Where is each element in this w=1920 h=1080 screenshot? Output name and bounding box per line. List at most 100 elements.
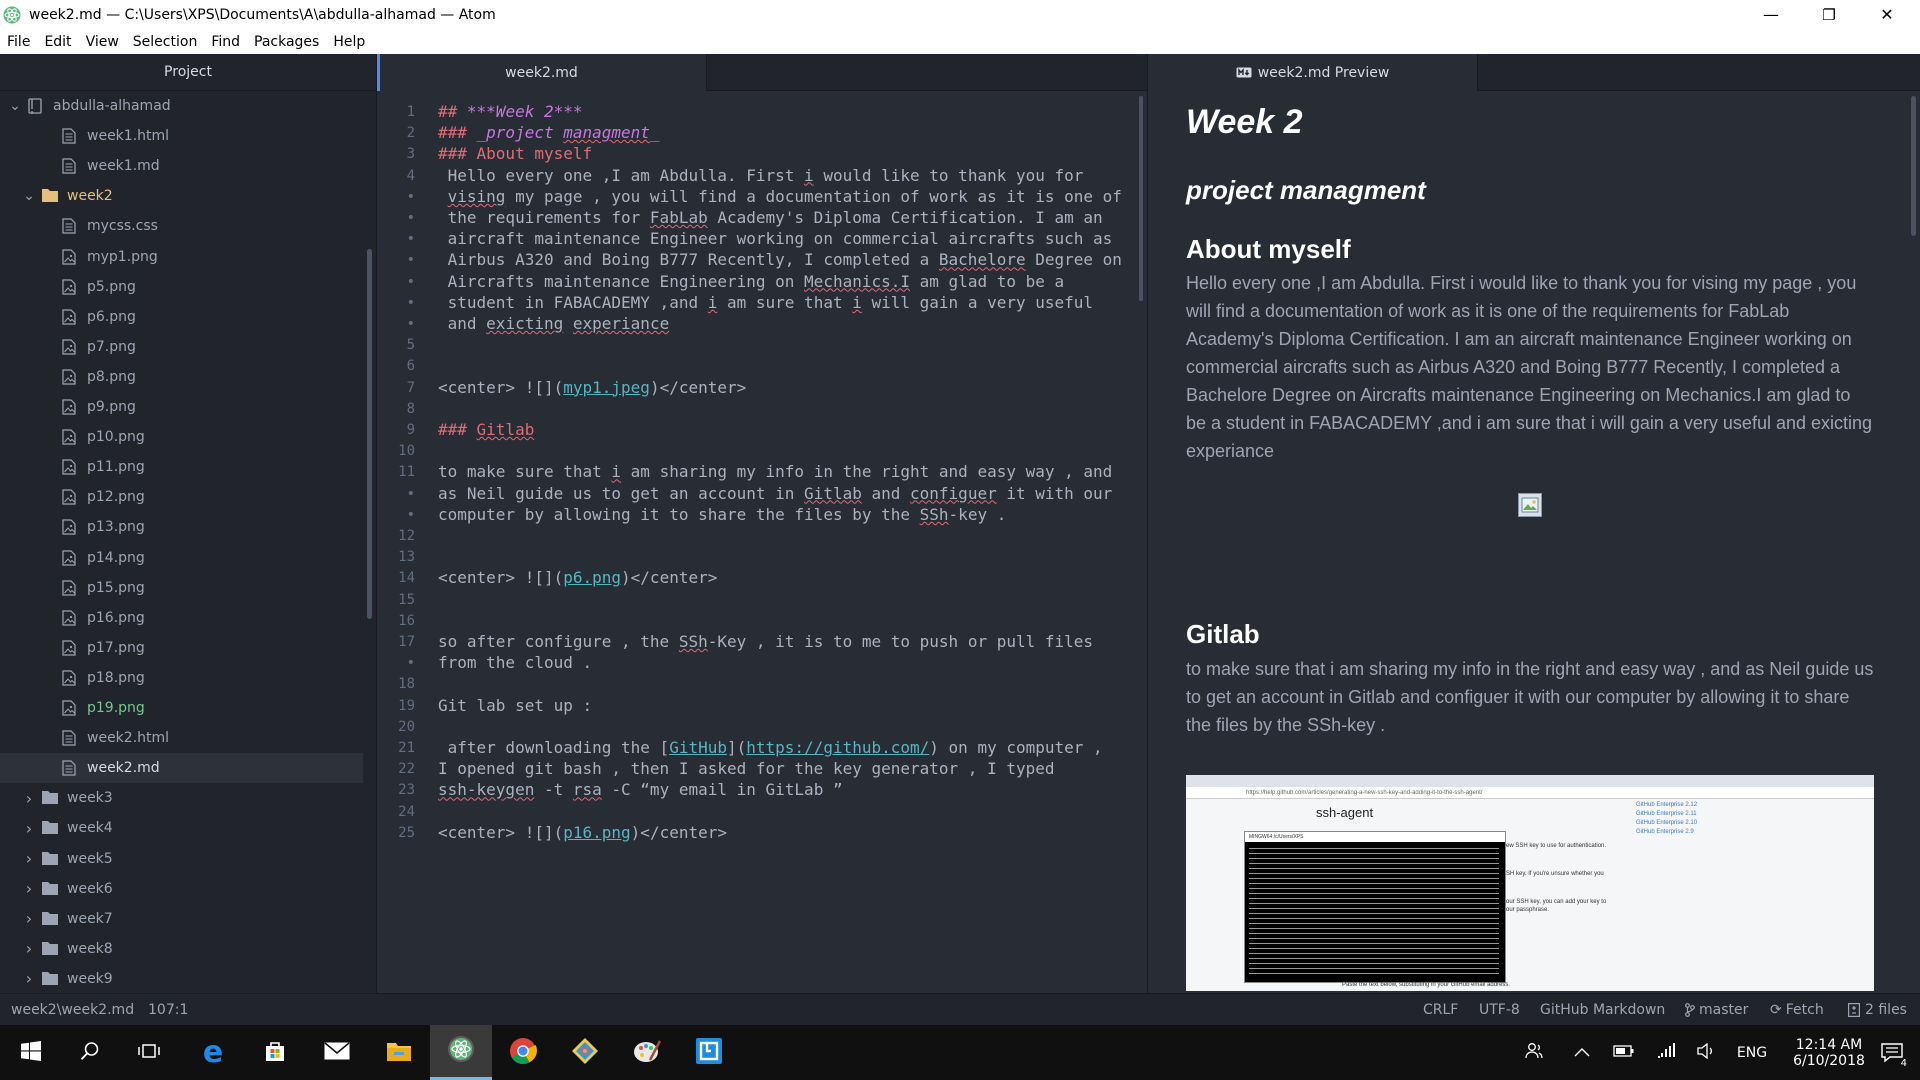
tree-item-p5-png[interactable]: p5.png xyxy=(0,272,363,302)
tree-item-p13-png[interactable]: p13.png xyxy=(0,512,363,542)
code-token: p6.png xyxy=(563,568,622,588)
store-button[interactable] xyxy=(244,1025,306,1080)
tree-item-p17-png[interactable]: p17.png xyxy=(0,633,363,663)
screenshot-browser-tabs xyxy=(1186,775,1874,787)
tree-item-p18-png[interactable]: p18.png xyxy=(0,663,363,693)
mail-button[interactable] xyxy=(306,1025,368,1080)
input-language[interactable]: ENG xyxy=(1730,1025,1774,1080)
minimize-button[interactable]: — xyxy=(1742,0,1800,29)
tree-item-week6[interactable]: › week6 xyxy=(0,874,363,904)
tree-item-p11-png[interactable]: p11.png xyxy=(0,452,363,482)
tree-item-mycss-css[interactable]: mycss.css xyxy=(0,211,363,241)
file-explorer-button[interactable] xyxy=(368,1025,430,1080)
action-center-button[interactable]: 4 xyxy=(1870,1025,1914,1080)
notification-count: 4 xyxy=(1898,1057,1909,1069)
tree-scrollbar[interactable] xyxy=(367,249,372,619)
wifi-button[interactable] xyxy=(1650,1025,1682,1080)
people-button[interactable] xyxy=(1518,1025,1550,1080)
tree-item-myp1-png[interactable]: myp1.png xyxy=(0,242,363,272)
tree-item-week3[interactable]: › week3 xyxy=(0,783,363,813)
image-file-icon xyxy=(62,459,78,475)
chrome-button[interactable] xyxy=(492,1025,554,1080)
status-encoding[interactable]: UTF-8 xyxy=(1479,994,1520,1026)
paint-app-button[interactable] xyxy=(616,1025,678,1080)
show-hidden-icons-button[interactable] xyxy=(1568,1025,1596,1080)
code-line: I opened git bash , then I asked for the… xyxy=(438,759,1055,778)
tree-item-week7[interactable]: › week7 xyxy=(0,904,363,934)
tab-week2-md[interactable]: week2.md xyxy=(377,54,707,91)
tree-item-p9-png[interactable]: p9.png xyxy=(0,392,363,422)
tree-item-week2-md[interactable]: week2.md xyxy=(0,753,363,784)
menu-view[interactable]: View xyxy=(79,34,126,50)
editor-scrollbar[interactable] xyxy=(1139,96,1143,301)
status-file-path[interactable]: week2\week2.md xyxy=(11,994,134,1026)
tree-item-week1-html[interactable]: week1.html xyxy=(0,121,363,151)
status-line-ending[interactable]: CRLF xyxy=(1423,994,1458,1026)
maximize-button[interactable]: ❐ xyxy=(1800,0,1858,29)
code-line: Aircrafts maintenance Engineering on Mec… xyxy=(438,272,1065,291)
menu-edit[interactable]: Edit xyxy=(37,34,78,50)
folder-icon xyxy=(42,911,58,927)
tree-item-abdulla-alhamad[interactable]: ⌄ abdulla-alhamad xyxy=(0,91,363,121)
gitkraken-icon xyxy=(571,1037,599,1069)
tree-item-week2[interactable]: ⌄ week2 xyxy=(0,181,363,211)
tree-item-p12-png[interactable]: p12.png xyxy=(0,482,363,512)
task-view-button[interactable] xyxy=(118,1025,180,1080)
tree-item-label: week6 xyxy=(67,880,113,897)
tab-preview[interactable]: week2.md Preview xyxy=(1148,54,1478,91)
tree-item-p6-png[interactable]: p6.png xyxy=(0,302,363,332)
status-grammar[interactable]: GitHub Markdown xyxy=(1540,994,1665,1026)
clock[interactable]: 12:14 AM 6/10/2018 xyxy=(1784,1025,1874,1080)
edge-browser-button[interactable]: e xyxy=(182,1025,244,1080)
start-button[interactable] xyxy=(0,1025,62,1080)
tree-item-week2-html[interactable]: week2.html xyxy=(0,723,363,753)
code-line: ### About myself xyxy=(438,144,592,163)
code-token: )</center> xyxy=(621,568,718,588)
tree-item-p16-png[interactable]: p16.png xyxy=(0,603,363,633)
sourcetree-button[interactable] xyxy=(554,1025,616,1080)
atom-taskbar-button[interactable] xyxy=(430,1025,492,1080)
window-title: week2.md — C:\Users\XPS\Documents\A\abdu… xyxy=(29,6,496,23)
tree-item-p14-png[interactable]: p14.png xyxy=(0,543,363,573)
volume-button[interactable] xyxy=(1690,1025,1722,1080)
screenshot-footer: Paste the text below, substituting in yo… xyxy=(1342,982,1511,988)
tree-item-p10-png[interactable]: p10.png xyxy=(0,422,363,452)
tree-item-p19-png[interactable]: p19.png xyxy=(0,693,363,723)
menu-packages[interactable]: Packages xyxy=(247,34,326,50)
app-button[interactable] xyxy=(678,1025,740,1080)
tree-header[interactable]: Project xyxy=(0,54,376,91)
tree-item-week4[interactable]: › week4 xyxy=(0,813,363,843)
screenshot-url: https://help.github.com/articles/generat… xyxy=(1186,787,1874,799)
search-button[interactable] xyxy=(59,1025,121,1080)
menu-help[interactable]: Help xyxy=(326,34,372,50)
code-token: FabLab xyxy=(649,208,708,227)
tree-item-week9[interactable]: › week9 xyxy=(0,964,363,993)
status-changed-files[interactable]: 2 files xyxy=(1848,994,1907,1026)
notification-icon: 4 xyxy=(1881,1042,1909,1069)
line-number: 12 xyxy=(398,528,415,544)
code-token: -t xyxy=(534,780,573,800)
code-token: i xyxy=(707,292,718,312)
tree-item-p8-png[interactable]: p8.png xyxy=(0,362,363,392)
code-token: after downloading the [ xyxy=(438,738,670,757)
close-button[interactable]: ✕ xyxy=(1858,0,1916,29)
code-token: Gitlab xyxy=(476,420,535,439)
tree-item-week5[interactable]: › week5 xyxy=(0,844,363,874)
status-branch[interactable]: master xyxy=(1685,994,1748,1026)
preview-scrollbar[interactable] xyxy=(1911,96,1916,236)
menu-file[interactable]: File xyxy=(0,34,37,50)
menu-selection[interactable]: Selection xyxy=(126,34,205,50)
tree-item-week8[interactable]: › week8 xyxy=(0,934,363,964)
tree-item-p15-png[interactable]: p15.png xyxy=(0,573,363,603)
tree-item-label: p11.png xyxy=(87,459,145,476)
code-token: my page , you will find a documentation … xyxy=(505,186,1122,206)
tree-item-week1-md[interactable]: week1.md xyxy=(0,151,363,181)
code-line: as Neil guide us to get an account in Gi… xyxy=(438,484,1112,503)
menu-find[interactable]: Find xyxy=(204,34,247,50)
status-fetch[interactable]: ⟳ Fetch xyxy=(1770,994,1824,1026)
battery-button[interactable] xyxy=(1608,1025,1640,1080)
code-token: <center> ![]( xyxy=(438,822,564,842)
tree-item-p7-png[interactable]: p7.png xyxy=(0,332,363,362)
code-line: aircraft maintenance Engineer working on… xyxy=(438,229,1113,248)
status-cursor-position[interactable]: 107:1 xyxy=(148,994,188,1026)
